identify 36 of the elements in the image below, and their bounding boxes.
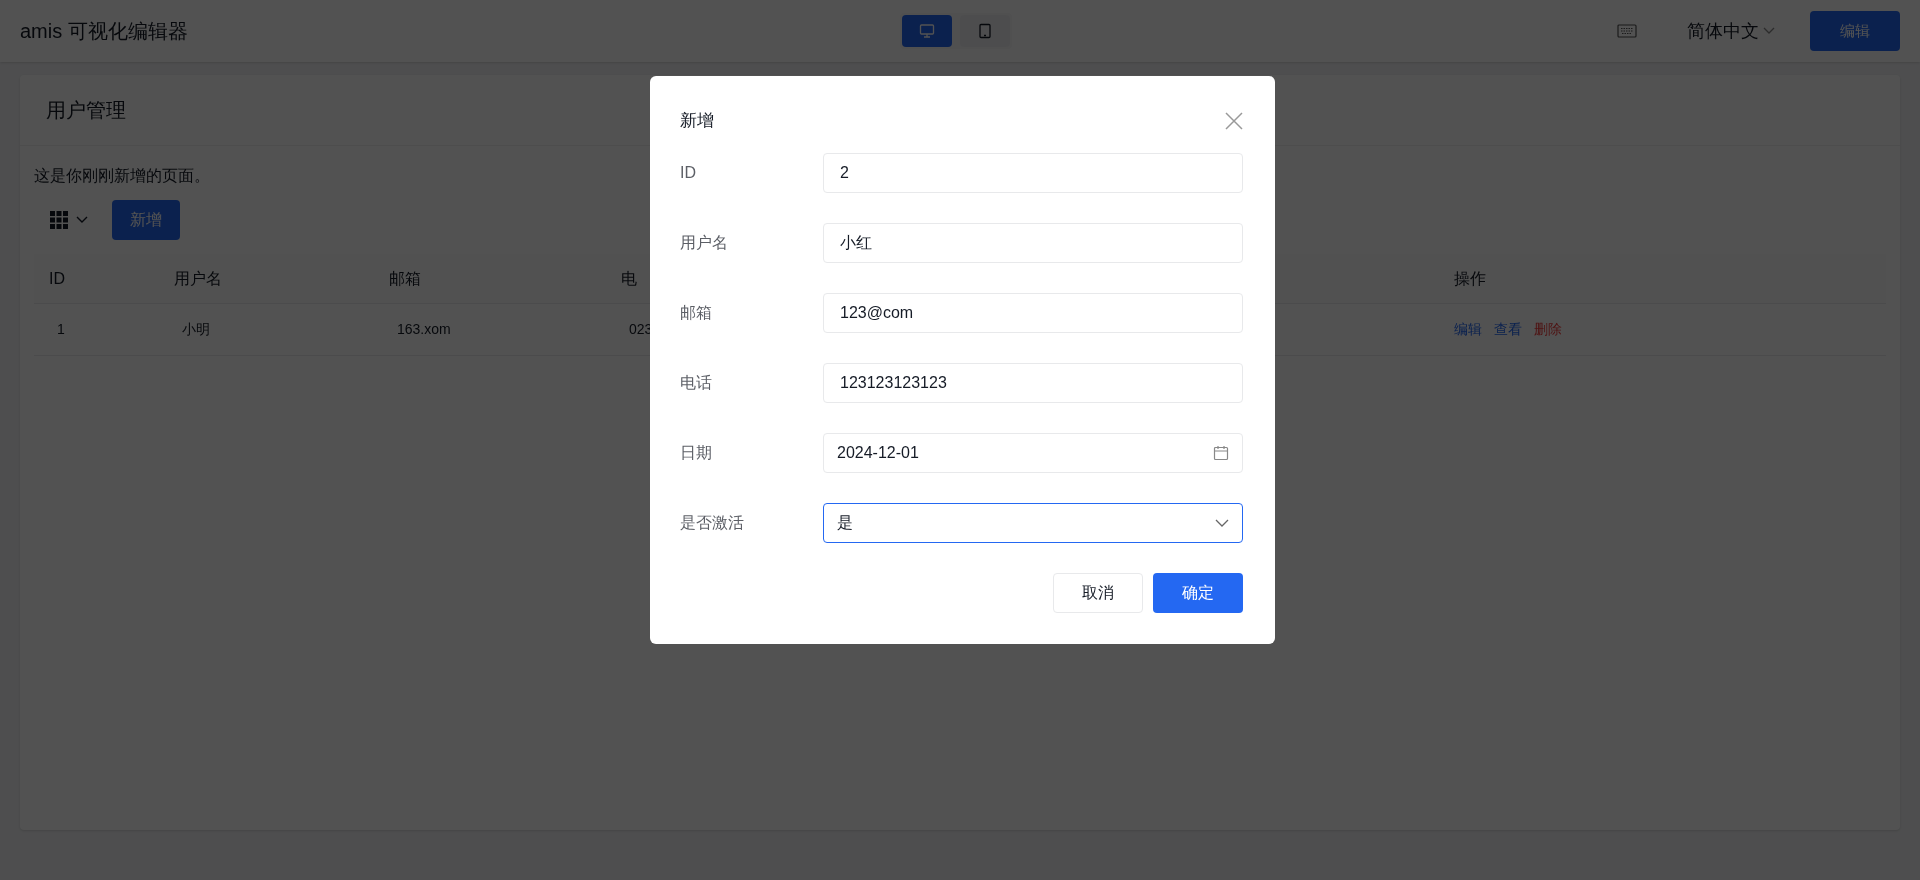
column-header: 电 — [621, 269, 637, 287]
close-icon[interactable] — [1225, 112, 1243, 130]
select-field[interactable]: 是 — [823, 503, 1243, 543]
column-header: 用户名 — [174, 269, 222, 287]
monitor-icon — [919, 23, 935, 39]
confirm-button[interactable]: 确定 — [1153, 573, 1243, 613]
field-label: 电话 — [680, 373, 713, 393]
chevron-down-icon — [1215, 519, 1229, 527]
column-header: 邮箱 — [389, 269, 421, 287]
field-label: 用户名 — [680, 233, 729, 253]
input-field[interactable]: 123@com — [823, 293, 1243, 333]
field-label: ID — [680, 163, 697, 183]
input-field[interactable]: 2 — [823, 153, 1243, 193]
field-label: 邮箱 — [680, 303, 713, 323]
cancel-button[interactable]: 取消 — [1053, 573, 1143, 613]
chevron-down-icon — [76, 216, 88, 224]
column-header: ID — [49, 269, 65, 287]
table-cell-text: 163.xom — [396, 321, 451, 337]
input-field[interactable]: 小红 — [823, 223, 1243, 263]
tablet-icon — [977, 23, 993, 39]
field-label: 是否激活 — [680, 513, 745, 533]
chevron-down-icon — [1763, 27, 1775, 35]
app-title: amis 可视化编辑器 — [20, 19, 189, 44]
table-cell-text: 小明 — [181, 321, 210, 337]
grid-icon — [50, 211, 68, 229]
table-cell-text: 1 — [56, 321, 65, 337]
dialog-title: 新增 — [680, 110, 714, 133]
column-header: 操作 — [1454, 269, 1486, 287]
date-field[interactable]: 2024-12-01 — [823, 433, 1243, 473]
page-title: 用户管理 — [46, 99, 126, 121]
keyboard-icon[interactable] — [1617, 24, 1637, 38]
calendar-icon — [1213, 445, 1229, 461]
page-description: 这是你刚刚新增的页面。 — [34, 167, 210, 184]
field-label: 日期 — [680, 443, 713, 463]
input-field[interactable]: 123123123123 — [823, 363, 1243, 403]
device-toggle[interactable] — [902, 15, 952, 47]
